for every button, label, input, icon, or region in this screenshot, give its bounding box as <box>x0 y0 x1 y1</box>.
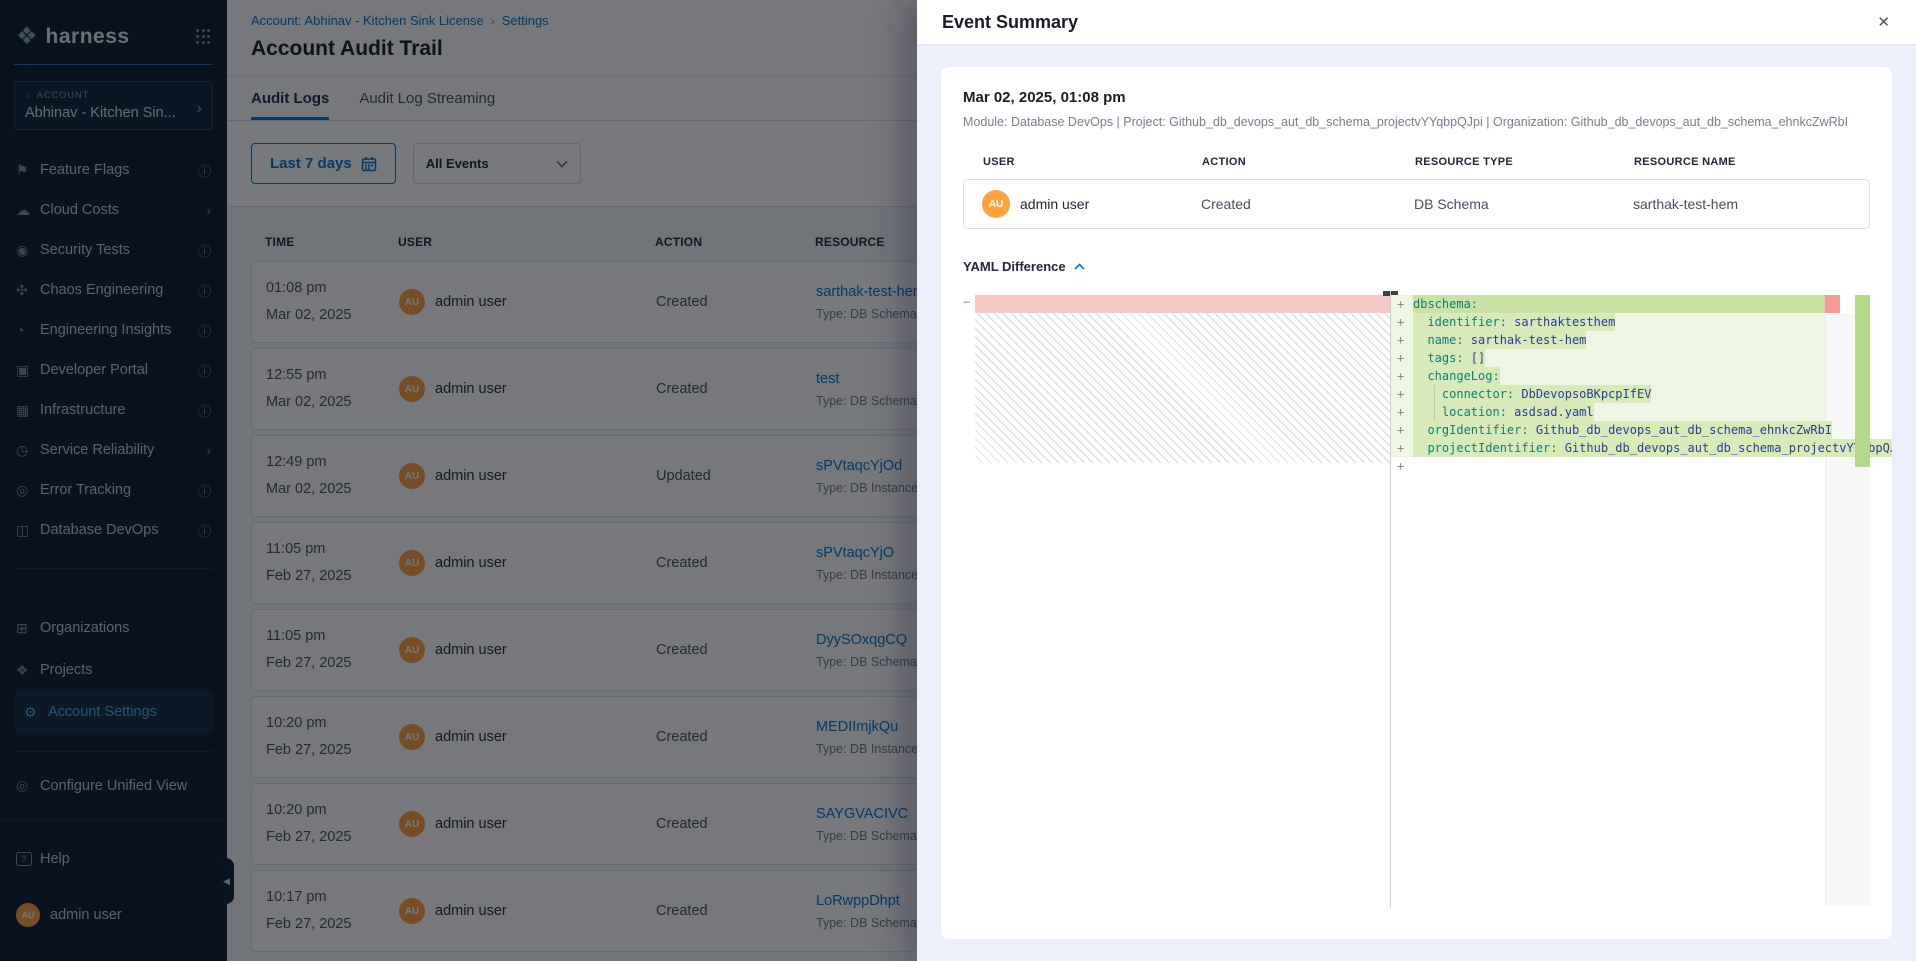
diff-added-line: + connector: DbDevopsoBKpcpIfEV <box>1391 385 1825 403</box>
detail-resource-type: DB Schema <box>1414 196 1633 212</box>
yaml-indent-guide <box>1434 385 1435 421</box>
diff-added-line: + location: asdsad.yaml <box>1391 403 1825 421</box>
added-line-marker: + <box>1391 349 1413 367</box>
drawer-header: Event Summary ✕ <box>917 0 1916 45</box>
yaml-diff-editor[interactable]: − + dbschema: + <box>963 291 1870 908</box>
event-datetime: Mar 02, 2025, 01:08 pm <box>963 89 1870 106</box>
added-line-marker: + <box>1391 385 1413 403</box>
col-user: USER <box>983 156 1202 168</box>
yaml-difference-label: YAML Difference <box>963 259 1066 274</box>
event-summary-drawer: Event Summary ✕ Mar 02, 2025, 01:08 pm M… <box>917 0 1916 961</box>
diff-added-line: + changeLog: <box>1391 367 1825 385</box>
added-line-marker: + <box>1391 439 1413 457</box>
added-line-marker: + <box>1391 421 1413 439</box>
chevron-up-icon <box>1074 263 1085 270</box>
overview-ruler-removed <box>1825 295 1840 313</box>
added-line-marker: + <box>1391 313 1413 331</box>
col-action: ACTION <box>1202 156 1415 168</box>
added-lines: + dbschema: + identifier: sarthaktesthem… <box>1391 295 1825 475</box>
detail-action: Created <box>1201 196 1414 212</box>
drawer-title: Event Summary <box>942 12 1078 33</box>
diff-added-line: + dbschema: <box>1391 295 1825 313</box>
overview-ruler-added <box>1855 295 1870 467</box>
empty-diff-hatch-region <box>975 313 1390 463</box>
added-line-marker: + <box>1391 295 1413 313</box>
col-resource-name: RESOURCE NAME <box>1634 156 1870 168</box>
added-line-marker: + <box>1391 331 1413 349</box>
yaml-difference-toggle[interactable]: YAML Difference <box>963 259 1870 274</box>
added-line-marker: + <box>1391 403 1413 421</box>
detail-table-header: USER ACTION RESOURCE TYPE RESOURCE NAME <box>963 156 1870 168</box>
detail-resource-name: sarthak-test-hem <box>1633 196 1869 212</box>
added-line-marker: + <box>1391 367 1413 385</box>
event-module-line: Module: Database DevOps | Project: Githu… <box>963 115 1870 129</box>
detail-user: AU admin user <box>982 190 1201 218</box>
diff-added-line: + projectIdentifier: Github_db_devops_au… <box>1391 439 1825 457</box>
app-root: ❖ harness ⌂ACCOUNT Abhinav - Kitchen Sin… <box>0 0 1916 961</box>
diff-trailing-line: + <box>1391 457 1825 475</box>
removed-line-marker: − <box>963 295 975 313</box>
drawer-body: Mar 02, 2025, 01:08 pm Module: Database … <box>917 45 1916 961</box>
user-avatar: AU <box>982 190 1010 218</box>
close-icon[interactable]: ✕ <box>1877 13 1890 31</box>
diff-added-line: + tags: [] <box>1391 349 1825 367</box>
event-card: Mar 02, 2025, 01:08 pm Module: Database … <box>941 67 1892 939</box>
diff-added-line: + identifier: sarthaktesthem <box>1391 313 1825 331</box>
col-resource-type: RESOURCE TYPE <box>1415 156 1634 168</box>
diff-added-line: + orgIdentifier: Github_db_devops_aut_db… <box>1391 421 1825 439</box>
removed-line-bar <box>975 295 1390 313</box>
detail-row: AU admin user Created DB Schema sarthak-… <box>963 179 1870 229</box>
diff-added-line: + name: sarthak-test-hem <box>1391 331 1825 349</box>
